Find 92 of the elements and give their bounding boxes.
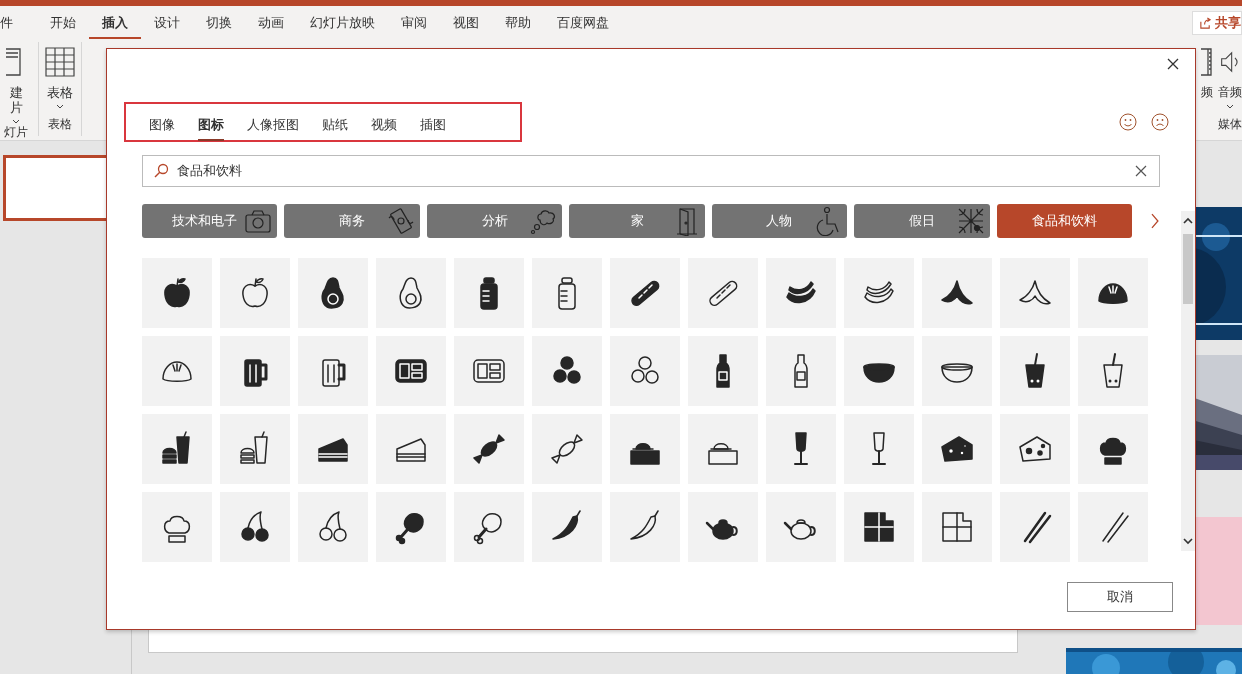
icon-option[interactable] <box>922 492 992 562</box>
icon-option[interactable] <box>376 492 446 562</box>
ribbon-tab[interactable]: 开始 <box>37 7 89 39</box>
icon-option[interactable] <box>454 492 524 562</box>
group-label: 灯片 <box>4 124 28 141</box>
icon-option[interactable] <box>844 414 914 484</box>
search-field[interactable]: 食品和饮料 <box>142 155 1160 187</box>
icon-option[interactable] <box>376 336 446 406</box>
icon-option[interactable] <box>688 492 758 562</box>
dialog-tab[interactable]: 插图 <box>420 109 446 141</box>
share-button[interactable]: 共享 <box>1192 11 1242 35</box>
icon-option[interactable] <box>220 336 290 406</box>
icon-option[interactable] <box>142 492 212 562</box>
dialog-tab[interactable]: 人像抠图 <box>247 109 299 141</box>
icon-option[interactable] <box>766 336 836 406</box>
frown-icon[interactable] <box>1151 113 1169 131</box>
icon-option[interactable] <box>1078 414 1148 484</box>
smiley-icon[interactable] <box>1119 113 1137 131</box>
scrollbar[interactable] <box>1181 211 1195 551</box>
icon-option[interactable] <box>220 414 290 484</box>
icon-option[interactable] <box>454 336 524 406</box>
cancel-button[interactable]: 取消 <box>1067 582 1173 612</box>
category-button[interactable]: 分析 <box>426 204 563 238</box>
icon-option[interactable] <box>454 258 524 328</box>
scroll-thumb[interactable] <box>1183 234 1193 304</box>
icon-option[interactable] <box>1078 336 1148 406</box>
icon-option[interactable] <box>844 492 914 562</box>
category-button[interactable]: 商务 <box>284 204 420 238</box>
scroll-down-icon[interactable] <box>1181 535 1195 547</box>
dialog-tab[interactable]: 图标 <box>198 109 224 141</box>
ribbon-tab[interactable]: 切换 <box>193 7 245 39</box>
ribbon-tab[interactable]: 幻灯片放映 <box>297 7 388 39</box>
icon-option[interactable] <box>142 336 212 406</box>
icon-option[interactable] <box>922 258 992 328</box>
dialog-tab[interactable]: 贴纸 <box>322 109 348 141</box>
icon-option[interactable] <box>766 492 836 562</box>
dialog-tab[interactable]: 视频 <box>371 109 397 141</box>
icon-option[interactable] <box>142 414 212 484</box>
icon-option[interactable] <box>766 258 836 328</box>
ribbon-command[interactable]: 表格 <box>45 47 75 116</box>
icon-option[interactable] <box>844 336 914 406</box>
film-icon <box>1201 47 1213 77</box>
icon-option[interactable] <box>142 258 212 328</box>
icon-option[interactable] <box>1000 336 1070 406</box>
icon-option[interactable] <box>376 414 446 484</box>
icon-option[interactable] <box>1000 414 1070 484</box>
share-icon <box>1199 16 1212 30</box>
category-button[interactable]: 家 <box>569 204 705 238</box>
icon-option[interactable] <box>532 336 602 406</box>
ribbon-command[interactable]: 频 <box>1201 47 1213 116</box>
icon-option[interactable] <box>532 492 602 562</box>
dialog-tab[interactable]: 图像 <box>149 109 175 141</box>
icon-option[interactable] <box>298 492 368 562</box>
category-button[interactable]: 假日 <box>854 204 990 238</box>
ribbon-tab[interactable]: 动画 <box>245 7 297 39</box>
icon-option[interactable] <box>922 336 992 406</box>
ribbon-command[interactable]: 音频 <box>1218 47 1242 116</box>
category-button[interactable]: 人物 <box>711 204 848 238</box>
icon-option[interactable] <box>532 258 602 328</box>
category-button[interactable]: 技术和电子 <box>142 204 278 238</box>
icon-option[interactable] <box>610 258 680 328</box>
ribbon-tab[interactable]: 件 <box>0 7 37 39</box>
ribbon-tab[interactable]: 百度网盘 <box>544 7 622 39</box>
icon-option[interactable] <box>688 336 758 406</box>
slide-thumbnail[interactable] <box>3 155 109 221</box>
table-icon <box>45 47 75 77</box>
search-icon <box>153 163 169 179</box>
icon-option[interactable] <box>1078 258 1148 328</box>
group-label: 媒体 <box>1218 116 1242 133</box>
icon-option[interactable] <box>1000 492 1070 562</box>
icon-option[interactable] <box>610 336 680 406</box>
icon-option[interactable] <box>610 414 680 484</box>
icon-option[interactable] <box>454 414 524 484</box>
icon-option[interactable] <box>376 258 446 328</box>
clear-icon[interactable] <box>1135 165 1147 177</box>
ribbon-tab[interactable]: 设计 <box>141 7 193 39</box>
ribbon-command[interactable]: 建 片 <box>6 47 26 124</box>
icon-option[interactable] <box>688 414 758 484</box>
category-button[interactable]: 食品和饮料 <box>996 204 1133 238</box>
icon-option[interactable] <box>766 414 836 484</box>
icon-option[interactable] <box>844 258 914 328</box>
group-label: 表格 <box>48 116 72 133</box>
icon-option[interactable] <box>220 258 290 328</box>
icon-option[interactable] <box>298 414 368 484</box>
icon-option[interactable] <box>298 336 368 406</box>
icon-option[interactable] <box>298 258 368 328</box>
ribbon-tab[interactable]: 帮助 <box>492 7 544 39</box>
icon-option[interactable] <box>922 414 992 484</box>
icon-option[interactable] <box>220 492 290 562</box>
ribbon-tab[interactable]: 插入 <box>89 7 141 39</box>
ribbon-tab[interactable]: 视图 <box>440 7 492 39</box>
ribbon-tab[interactable]: 审阅 <box>388 7 440 39</box>
